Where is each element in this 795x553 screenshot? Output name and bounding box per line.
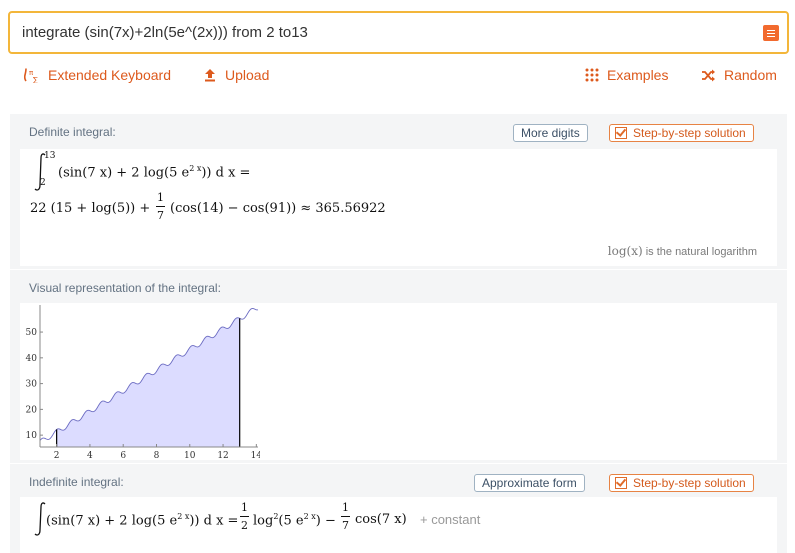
natural-log-note: log(x) is the natural logarithm [607,244,757,258]
y-tick-label: 40 [26,354,38,364]
pod-header: Definite integral: More digits Step-by-s… [10,114,787,150]
fraction-numerator: 1 [342,501,349,514]
upload-label: Upload [225,67,270,83]
x-tick-label: 10 [184,451,196,460]
svg-text:∑: ∑ [33,76,38,83]
pod-title: Visual representation of the integral: [29,281,221,295]
fraction-denominator: 7 [157,209,164,222]
constant-term: + constant [420,512,481,527]
result-part-b: (cos(14) − cos(91)) ≈ 365.56922 [170,201,386,216]
x-tick-label: 14 [251,451,260,460]
toolbar: π ∑ Extended Keyboard Upload Examples Ra… [0,62,795,90]
upload-icon [205,69,215,82]
random-button[interactable]: Random [701,67,777,83]
x-tick-label: 4 [87,451,93,460]
step-by-step-button[interactable]: Step-by-step solution [609,124,754,142]
x-tick-label: 8 [154,451,160,460]
upper-bound: 13 [44,151,56,161]
fraction-denominator: 7 [342,519,349,532]
x-tick-label: 6 [120,451,126,460]
upload-button[interactable]: Upload [203,67,269,83]
fraction-numerator: 1 [157,191,164,204]
extended-keyboard-button[interactable]: π ∑ Extended Keyboard [24,67,171,83]
random-label: Random [724,67,777,83]
fraction-bar [240,516,249,517]
y-tick-label: 50 [26,328,38,338]
checkbox-icon [615,477,627,489]
y-tick-label: 20 [26,405,38,415]
submit-button[interactable] [763,25,779,41]
pod-title: Definite integral: [29,125,116,139]
x-tick-label: 12 [217,451,228,460]
step-by-step-label: Step-by-step solution [633,476,746,490]
search-input[interactable] [22,13,722,52]
shaded-area [56,317,240,447]
examples-label: Examples [607,67,669,83]
integral-plot: 2 4 6 8 10 12 14 10 20 30 40 50 [26,305,262,461]
pod-title: Indefinite integral: [29,475,124,489]
extended-keyboard-label: Extended Keyboard [48,67,171,83]
indefinite-lhs: (sin(7 x) + 2 log(5 e2 x)) d x = [46,512,239,529]
step-by-step-button[interactable]: Step-by-step solution [609,474,754,492]
y-tick-label: 30 [26,380,38,390]
examples-button[interactable]: Examples [585,67,668,83]
integrand: (sin(7 x) + 2 log(5 e2 x)) d x = [58,164,251,181]
cosine-term: cos(7 x) [355,512,407,527]
result-part-a: 22 (15 + log(5)) + [30,201,151,216]
pod-content: 2 4 6 8 10 12 14 10 20 30 40 50 [20,303,777,461]
grid-icon [585,68,599,82]
checkbox-icon [615,127,627,139]
shuffle-icon [702,69,715,81]
x-tick-label: 2 [54,451,60,460]
log-squared-term: log2(5 e2 x) − [253,512,336,529]
fraction-denominator: 2 [241,519,248,532]
approximate-form-button[interactable]: Approximate form [474,474,585,492]
search-box[interactable] [8,11,789,54]
keyboard-icon: π ∑ [24,68,38,83]
pod-content: 13 2 (sin(7 x) + 2 log(5 e2 x)) d x = 22… [20,149,777,266]
indefinite-integral-pod: Indefinite integral: Approximate form St… [10,464,787,553]
pod-content: (sin(7 x) + 2 log(5 e2 x)) d x = 1 2 log… [20,497,777,553]
lower-bound: 2 [40,178,46,188]
pod-header: Indefinite integral: Approximate form St… [10,464,787,500]
fraction-bar [156,206,165,207]
visual-representation-pod: Visual representation of the integral: 2… [10,270,787,463]
pod-header: Visual representation of the integral: [10,270,787,306]
step-by-step-label: Step-by-step solution [633,126,746,140]
y-tick-label: 10 [26,431,38,441]
more-digits-button[interactable]: More digits [513,124,588,142]
fraction-numerator: 1 [241,501,248,514]
fraction-bar [341,516,350,517]
definite-integral-pod: Definite integral: More digits Step-by-s… [10,114,787,269]
